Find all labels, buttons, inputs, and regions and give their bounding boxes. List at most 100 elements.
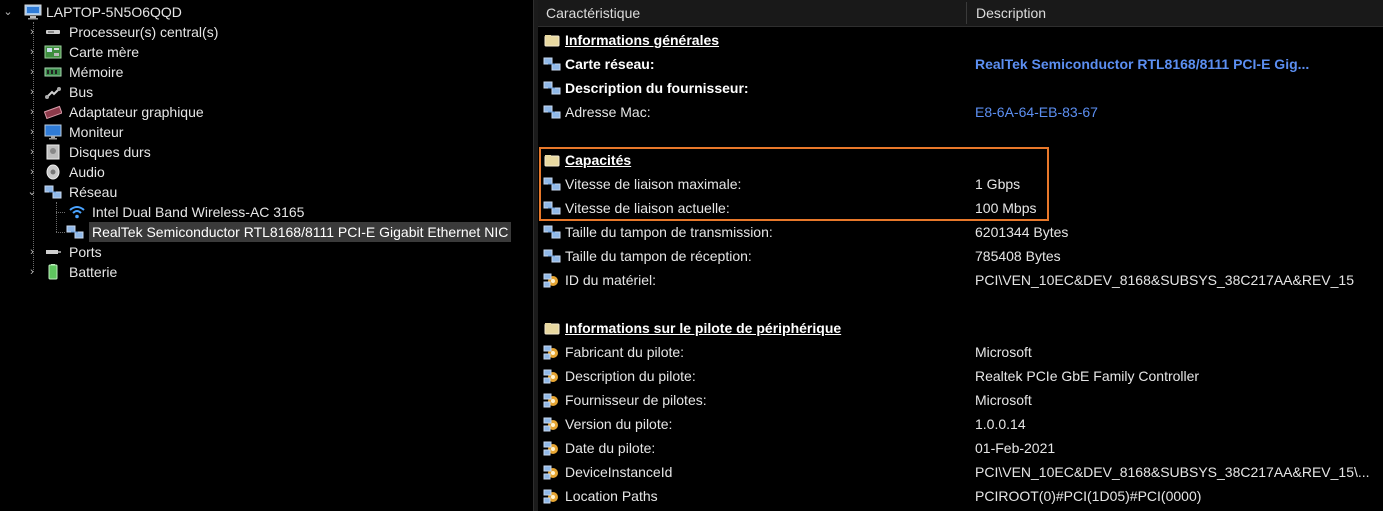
tree-item-label: Disques durs bbox=[69, 144, 151, 160]
table-row[interactable]: Fournisseur de pilotes: Microsoft bbox=[538, 388, 1383, 412]
tree-item-realtek-nic[interactable]: RealTek Semiconductor RTL8168/8111 PCI-E… bbox=[0, 222, 532, 242]
feature-label: Description du fournisseur: bbox=[565, 80, 749, 96]
tree-item-batterie[interactable]: › Batterie bbox=[0, 262, 532, 282]
network-icon bbox=[543, 81, 561, 95]
chevron-down-icon[interactable]: ⌄ bbox=[3, 2, 13, 22]
gear-icon bbox=[543, 417, 558, 432]
feature-label: Fournisseur de pilotes: bbox=[565, 392, 707, 408]
tree-item-label: Carte mère bbox=[69, 44, 140, 60]
feature-value: Microsoft bbox=[975, 392, 1032, 408]
gear-icon bbox=[543, 369, 558, 384]
tree-item-label: Bus bbox=[69, 84, 94, 100]
section-header[interactable]: Informations sur le pilote de périphériq… bbox=[538, 316, 1383, 340]
memory-icon bbox=[44, 67, 62, 77]
tree-item-ports[interactable]: › Ports bbox=[0, 242, 532, 262]
tree-item-label: Adaptateur graphique bbox=[69, 104, 204, 120]
feature-label: Capacités bbox=[565, 152, 632, 168]
tree-item-processeur-s-central-s[interactable]: › Processeur(s) central(s) bbox=[0, 22, 532, 42]
gear-icon bbox=[543, 465, 558, 480]
blank-row bbox=[538, 292, 1383, 316]
graphics-card-icon bbox=[44, 105, 62, 120]
feature-value: 01-Feb-2021 bbox=[975, 440, 1056, 456]
tree-item-label: Audio bbox=[69, 164, 105, 180]
wifi-icon bbox=[69, 206, 85, 219]
tree-item-m-moire[interactable]: › Mémoire bbox=[0, 62, 532, 82]
motherboard-icon bbox=[44, 45, 62, 59]
tree-item-label: Ports bbox=[69, 244, 102, 260]
table-row[interactable]: Date du pilote: 01-Feb-2021 bbox=[538, 436, 1383, 460]
column-header-feature[interactable]: Caractéristique bbox=[538, 0, 966, 26]
tree-item-label: Réseau bbox=[69, 184, 118, 200]
tree-item-disques-durs[interactable]: › Disques durs bbox=[0, 142, 532, 162]
feature-value: E8-6A-64-EB-83-67 bbox=[975, 104, 1098, 120]
chevron-right-icon[interactable]: › bbox=[27, 62, 37, 82]
chevron-right-icon[interactable]: › bbox=[27, 122, 37, 142]
tree-item-label: RealTek Semiconductor RTL8168/8111 PCI-E… bbox=[89, 222, 512, 242]
table-row[interactable]: Description du fournisseur: bbox=[538, 76, 1383, 100]
feature-value: 6201344 Bytes bbox=[975, 224, 1069, 240]
feature-label: Vitesse de liaison actuelle: bbox=[565, 200, 730, 216]
chevron-right-icon[interactable]: › bbox=[27, 102, 37, 122]
table-row[interactable]: Carte réseau: RealTek Semiconductor RTL81… bbox=[538, 52, 1383, 76]
battery-icon bbox=[48, 264, 58, 280]
tree-item-moniteur[interactable]: › Moniteur bbox=[0, 122, 532, 142]
device-tree: ⌄ LAPTOP-5N5O6QQD › Processeur(s) central… bbox=[0, 0, 532, 511]
chevron-right-icon[interactable]: › bbox=[27, 22, 37, 42]
table-row[interactable]: Vitesse de liaison actuelle: 100 Mbps bbox=[538, 196, 1383, 220]
chevron-down-icon[interactable]: ⌄ bbox=[27, 182, 37, 202]
network-icon bbox=[543, 105, 561, 119]
tree-root[interactable]: ⌄ LAPTOP-5N5O6QQD bbox=[0, 2, 532, 22]
table-row[interactable]: Taille du tampon de transmission: 6201344… bbox=[538, 220, 1383, 244]
chevron-right-icon[interactable]: › bbox=[27, 262, 37, 282]
chevron-right-icon[interactable]: › bbox=[27, 162, 37, 182]
feature-label: Carte réseau: bbox=[565, 56, 655, 72]
feature-value: Microsoft bbox=[975, 344, 1032, 360]
feature-value: 785408 Bytes bbox=[975, 248, 1061, 264]
feature-label: Description du pilote: bbox=[565, 368, 696, 384]
feature-value: RealTek Semiconductor RTL8168/8111 PCI-E… bbox=[975, 56, 1310, 72]
table-row[interactable]: Adresse Mac: E8-6A-64-EB-83-67 bbox=[538, 100, 1383, 124]
network-adapter-icon bbox=[66, 225, 84, 239]
feature-value: 1.0.0.14 bbox=[975, 416, 1026, 432]
feature-label: Version du pilote: bbox=[565, 416, 673, 432]
network-icon bbox=[543, 57, 561, 71]
list-header: Caractéristique Description bbox=[538, 0, 1383, 27]
network-icon bbox=[44, 185, 62, 199]
chevron-right-icon[interactable]: › bbox=[27, 82, 37, 102]
network-icon bbox=[543, 177, 561, 191]
section-header[interactable]: Capacités bbox=[538, 148, 1383, 172]
feature-value: PCI\VEN_10EC&DEV_8168&SUBSYS_38C217AA&RE… bbox=[975, 272, 1354, 288]
feature-label: Informations générales bbox=[565, 32, 720, 48]
chevron-right-icon[interactable]: › bbox=[27, 242, 37, 262]
tree-item-label: Intel Dual Band Wireless-AC 3165 bbox=[92, 204, 305, 220]
tree-item-bus[interactable]: › Bus bbox=[0, 82, 532, 102]
feature-value: 100 Mbps bbox=[975, 200, 1037, 216]
table-row[interactable]: Description du pilote: Realtek PCIe GbE F… bbox=[538, 364, 1383, 388]
table-row[interactable]: Version du pilote: 1.0.0.14 bbox=[538, 412, 1383, 436]
blank-row bbox=[538, 124, 1383, 148]
section-header[interactable]: Informations générales bbox=[538, 28, 1383, 52]
tree-item-carte-m-re[interactable]: › Carte mère bbox=[0, 42, 532, 62]
tree-item-r-seau[interactable]: ⌄ Réseau bbox=[0, 182, 532, 202]
table-row[interactable]: Fabricant du pilote: Microsoft bbox=[538, 340, 1383, 364]
table-row[interactable]: Location Paths PCIROOT(0)#PCI(1D05)#PCI(0… bbox=[538, 484, 1383, 508]
gear-icon bbox=[543, 441, 558, 456]
folder-icon bbox=[544, 35, 560, 47]
table-row[interactable]: DeviceInstanceId PCI\VEN_10EC&DEV_8168&SU… bbox=[538, 460, 1383, 484]
properties-list: Caractéristique Description Informations… bbox=[538, 0, 1383, 511]
feature-label: Location Paths bbox=[565, 488, 658, 504]
tree-item-label: Moniteur bbox=[69, 124, 124, 140]
column-header-description[interactable]: Description bbox=[968, 0, 1376, 26]
feature-label: Date du pilote: bbox=[565, 440, 656, 456]
monitor-icon bbox=[44, 124, 62, 140]
table-row[interactable]: Taille du tampon de réception: 785408 Byt… bbox=[538, 244, 1383, 268]
tree-item-audio[interactable]: › Audio bbox=[0, 162, 532, 182]
table-row[interactable]: Vitesse de liaison maximale: 1 Gbps bbox=[538, 172, 1383, 196]
tree-item-adaptateur-graphique[interactable]: › Adaptateur graphique bbox=[0, 102, 532, 122]
tree-item-label: Processeur(s) central(s) bbox=[69, 24, 219, 40]
folder-icon bbox=[544, 323, 560, 335]
chevron-right-icon[interactable]: › bbox=[27, 42, 37, 62]
table-row[interactable]: ID du matériel: PCI\VEN_10EC&DEV_8168&SUB… bbox=[538, 268, 1383, 292]
chevron-right-icon[interactable]: › bbox=[27, 142, 37, 162]
tree-item-intel-wireless[interactable]: Intel Dual Band Wireless-AC 3165 bbox=[0, 202, 532, 222]
